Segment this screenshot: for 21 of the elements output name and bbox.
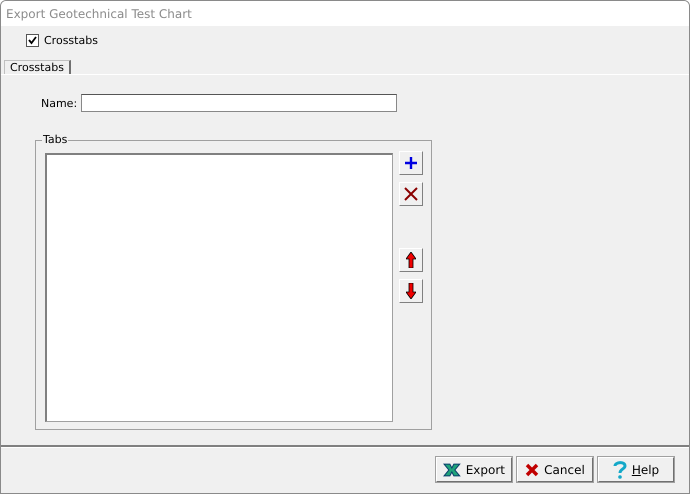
export-button[interactable]: Export — [436, 457, 512, 482]
spreadsheet-icon — [443, 462, 461, 478]
tab[interactable]: Crosstabs — [4, 60, 71, 74]
help-button[interactable]: Help — [598, 457, 674, 482]
group-title: Tabs — [42, 133, 68, 146]
delete-icon — [404, 187, 418, 201]
question-mark-icon — [612, 460, 627, 478]
down-arrow-icon — [406, 283, 416, 299]
name-field[interactable] — [81, 94, 398, 112]
crosstabs-checkbox[interactable]: Crosstabs — [26, 33, 689, 47]
close-icon — [525, 462, 540, 476]
move-up-button[interactable] — [399, 248, 423, 272]
window-title: Export Geotechnical Test Chart — [6, 6, 192, 20]
plus-icon — [404, 156, 418, 170]
add-button[interactable] — [399, 151, 423, 175]
checkbox[interactable] — [26, 34, 39, 46]
move-down-button[interactable] — [399, 279, 423, 303]
delete-button[interactable] — [399, 182, 423, 206]
cancel-button[interactable]: Cancel — [517, 457, 593, 482]
name-label: Name: — [41, 96, 78, 110]
up-arrow-icon — [406, 252, 416, 268]
